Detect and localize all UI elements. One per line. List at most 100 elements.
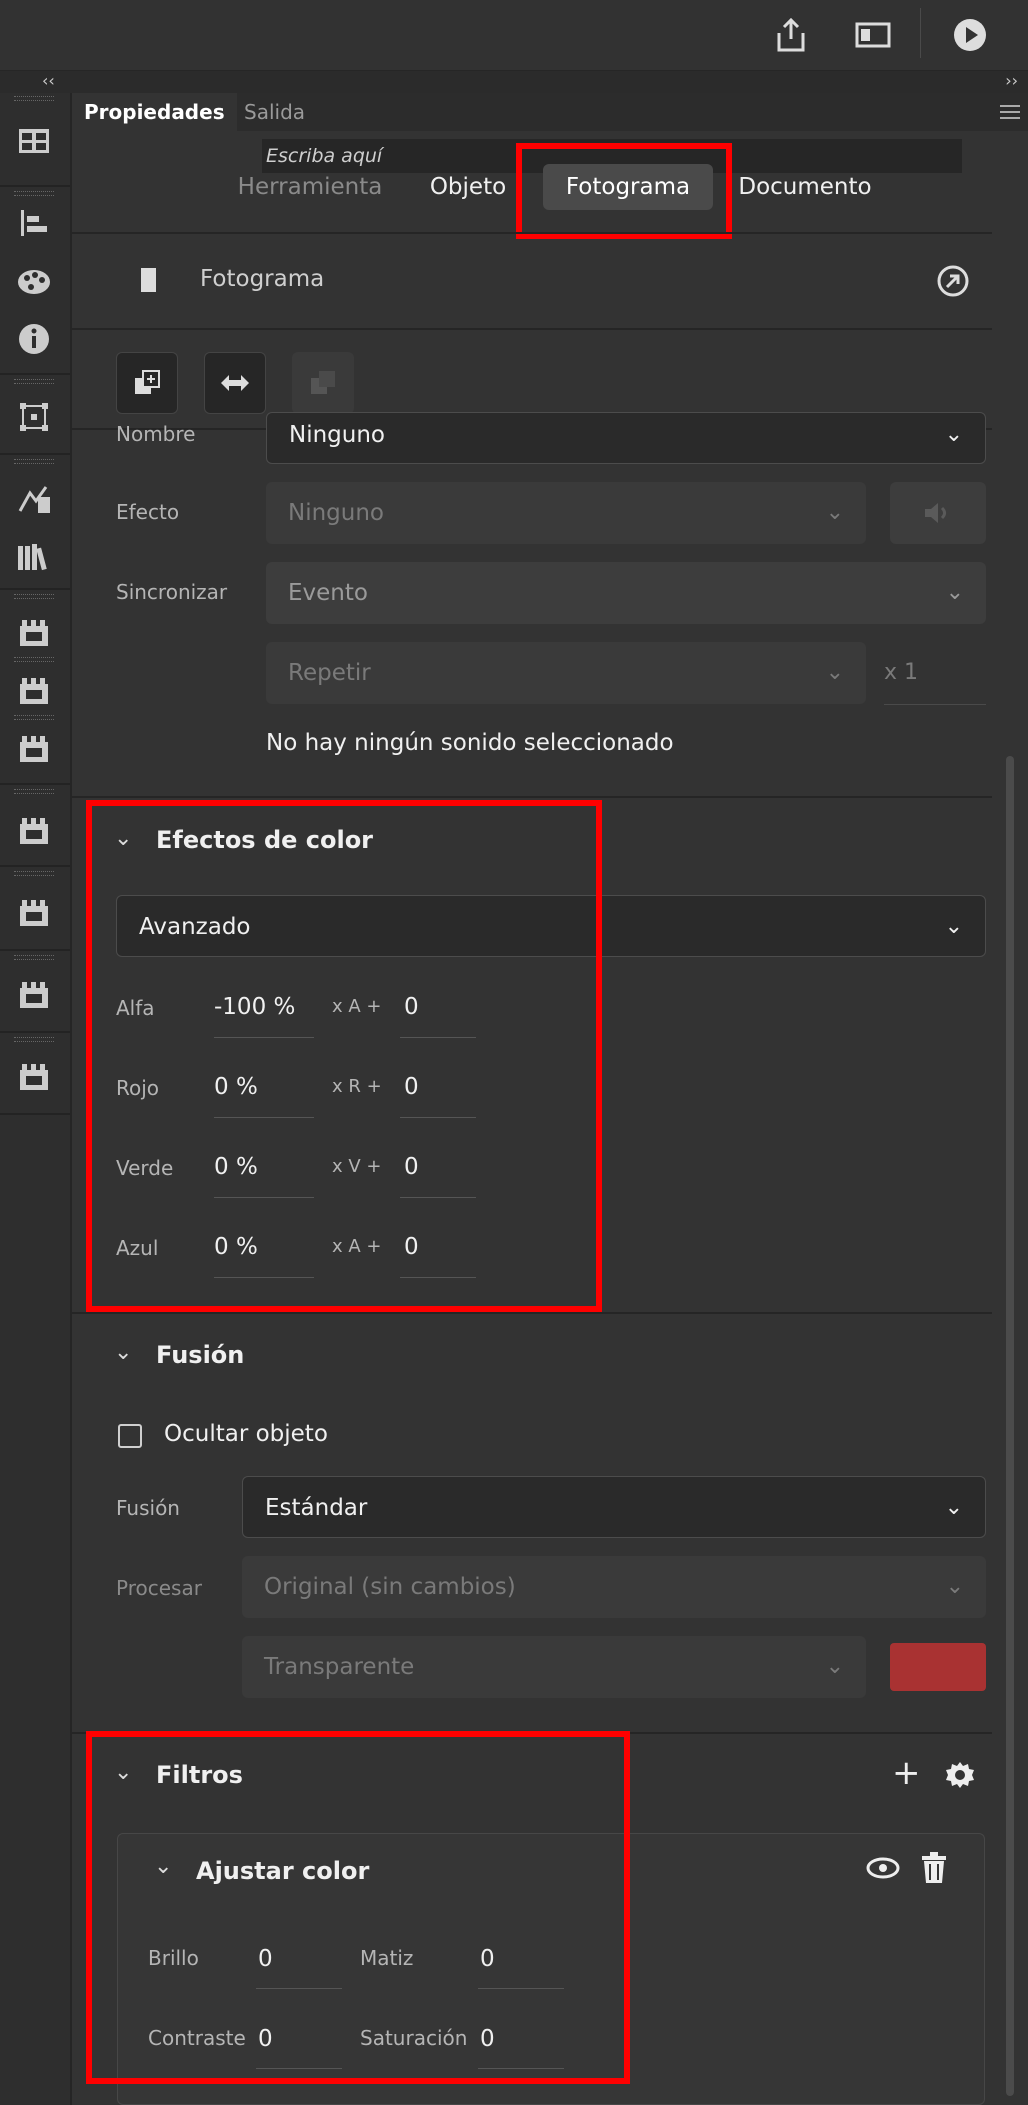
clapper-icon[interactable]	[10, 807, 58, 855]
sync-value: Evento	[288, 580, 368, 606]
sidebar-divider	[0, 949, 70, 951]
sidebar-grip[interactable]	[14, 191, 54, 196]
blend-label: Fusión	[116, 1496, 180, 1520]
trash-icon[interactable]	[920, 1852, 948, 1888]
convert-to-symbol-button[interactable]	[116, 352, 178, 414]
sidebar-divider	[0, 1031, 70, 1033]
sound-name-dropdown[interactable]: Ninguno ⌄	[266, 412, 986, 464]
render-dropdown[interactable]: Original (sin cambios) ⌄	[242, 1556, 986, 1618]
add-filter-icon[interactable]: +	[892, 1756, 921, 1790]
motion-presets-icon[interactable]	[10, 475, 58, 523]
blend-title[interactable]: Fusión	[156, 1341, 244, 1369]
repeat-count-field[interactable]: x 1	[884, 660, 918, 685]
panel-tab-bar: Propiedades Salida	[72, 93, 1028, 131]
clapper-icon[interactable]	[10, 889, 58, 937]
divider	[72, 232, 992, 234]
sidebar-divider	[0, 453, 70, 455]
sidebar-grip[interactable]	[14, 96, 54, 101]
swap-symbol-button[interactable]	[204, 352, 266, 414]
align-icon[interactable]	[10, 199, 58, 247]
sidebar-grip[interactable]	[14, 955, 54, 960]
tab-output[interactable]: Salida	[232, 93, 317, 131]
divider	[72, 328, 992, 330]
sidebar-grip[interactable]	[14, 657, 54, 662]
chevron-down-icon: ⌄	[944, 914, 963, 939]
sidebar-grip[interactable]	[14, 1037, 54, 1042]
sidebar-grip[interactable]	[14, 459, 54, 464]
transparency-value: Transparente	[264, 1654, 415, 1680]
play-icon[interactable]	[947, 12, 993, 58]
top-toolbar	[0, 0, 1028, 71]
sound-name-value: Ninguno	[289, 422, 385, 448]
sound-effect-label: Efecto	[116, 500, 180, 524]
blend-mode-value: Estándar	[265, 1495, 368, 1521]
sidebar-grip[interactable]	[14, 715, 54, 720]
sidebar-divider	[0, 865, 70, 867]
sidebar-grip[interactable]	[14, 379, 54, 384]
hide-object-label: Ocultar objeto	[164, 1421, 328, 1447]
sidebar-grip[interactable]	[14, 594, 54, 599]
sound-name-label: Nombre	[116, 422, 196, 446]
sidebar-grip[interactable]	[14, 789, 54, 794]
tab-properties[interactable]: Propiedades	[72, 93, 237, 131]
sound-status-text: No hay ningún sonido seleccionado	[266, 730, 674, 756]
collapse-left-icon[interactable]: ‹‹	[42, 71, 55, 90]
toolbar-divider	[920, 8, 921, 58]
expand-right-icon[interactable]: ››	[1005, 71, 1018, 90]
clapper-icon[interactable]	[10, 971, 58, 1019]
panel-layout-icon[interactable]	[850, 12, 896, 58]
sync-dropdown[interactable]: Evento ⌄	[266, 562, 986, 624]
panel-menu-icon[interactable]	[1000, 105, 1020, 123]
help-link-icon[interactable]	[936, 264, 970, 302]
transparency-dropdown[interactable]: Transparente ⌄	[242, 1636, 866, 1698]
sidebar-divider	[0, 1113, 70, 1115]
sidebar-divider	[0, 373, 70, 375]
divider	[72, 796, 992, 798]
clapper-icon[interactable]	[10, 609, 58, 657]
sound-effect-dropdown[interactable]: Ninguno ⌄	[266, 482, 866, 544]
gear-icon[interactable]	[944, 1760, 976, 1796]
info-icon[interactable]	[10, 315, 58, 363]
section-header-title: Fotograma	[200, 266, 325, 292]
repeat-value: Repetir	[288, 660, 371, 686]
chevron-down-icon: ⌄	[944, 422, 963, 447]
render-label: Procesar	[116, 1576, 202, 1600]
chevron-down-icon: ⌄	[825, 500, 844, 525]
hide-object-checkbox[interactable]	[118, 1424, 142, 1448]
sync-label: Sincronizar	[116, 580, 228, 604]
libraries-books-icon[interactable]	[10, 533, 58, 581]
sidebar-grip[interactable]	[14, 871, 54, 876]
background-color-swatch[interactable]	[890, 1643, 986, 1691]
eye-icon[interactable]	[866, 1856, 900, 1884]
field-underline	[884, 704, 986, 705]
chevron-down-icon: ⌄	[825, 660, 844, 685]
tab-object[interactable]: Objeto	[418, 164, 518, 210]
library-grid-icon[interactable]	[10, 117, 58, 165]
divider	[72, 1312, 992, 1314]
blend-mode-dropdown[interactable]: Estándar ⌄	[242, 1476, 986, 1538]
highlight-color-effects	[86, 800, 602, 1312]
panel-scrollbar[interactable]	[1006, 756, 1014, 2096]
share-icon[interactable]	[768, 12, 814, 58]
chevron-down-icon[interactable]: ⌄	[114, 1340, 132, 1365]
edit-sound-button[interactable]	[890, 482, 986, 544]
clapper-icon[interactable]	[10, 725, 58, 773]
repeat-dropdown[interactable]: Repetir ⌄	[266, 642, 866, 704]
render-value: Original (sin cambios)	[264, 1574, 516, 1600]
clapper-icon[interactable]	[10, 667, 58, 715]
transform-icon[interactable]	[10, 393, 58, 441]
chevron-down-icon: ⌄	[944, 1495, 963, 1520]
sidebar-divider	[0, 185, 70, 187]
sound-effect-value: Ninguno	[288, 500, 384, 526]
tab-document[interactable]: Documento	[730, 164, 880, 210]
chevron-down-icon: ⌄	[945, 1574, 964, 1599]
chevron-down-icon: ⌄	[825, 1654, 844, 1679]
duplicate-symbol-button[interactable]	[292, 352, 354, 414]
highlight-frame-tab	[516, 143, 732, 239]
clapper-icon[interactable]	[10, 1053, 58, 1101]
tab-tool[interactable]: Herramienta	[220, 164, 400, 210]
highlight-filters	[86, 1731, 630, 2084]
color-palette-icon[interactable]	[10, 258, 58, 306]
sidebar-divider	[0, 588, 70, 590]
sidebar-divider	[0, 783, 70, 785]
